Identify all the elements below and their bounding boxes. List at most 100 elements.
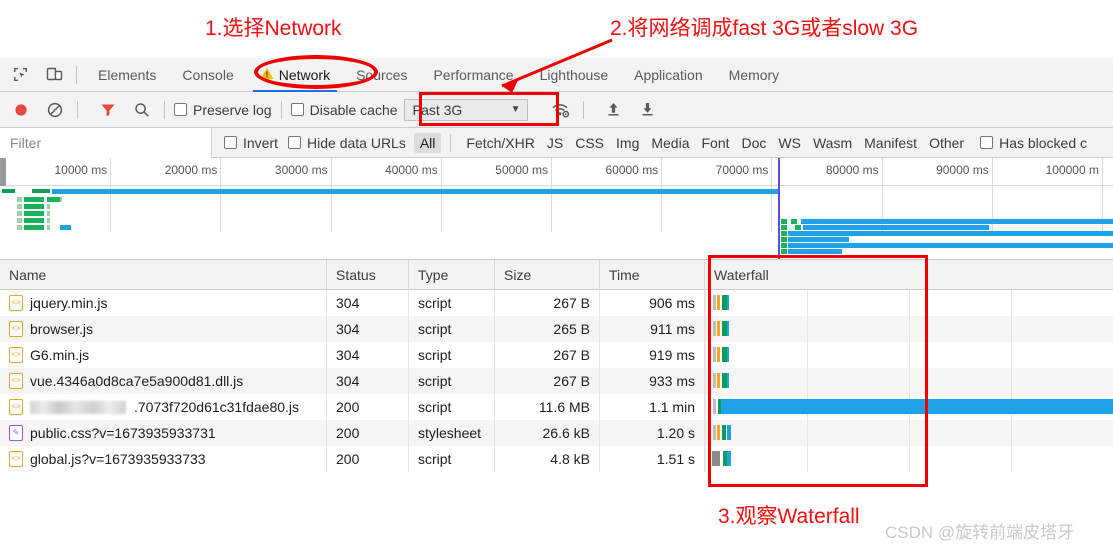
network-filter-bar: Filter Invert Hide data URLs All Fetch/X… [0, 127, 1113, 158]
tab-console[interactable]: Console [169, 58, 246, 92]
has-blocked-cookies-checkbox[interactable]: Has blocked c [980, 135, 1087, 151]
waterfall-segment [713, 295, 716, 310]
table-row[interactable]: <> .7073f720d61c31fdae80.js 200 script 11.6 … [0, 394, 1113, 420]
device-toolbar-icon[interactable] [40, 61, 68, 89]
cell-type: script [409, 290, 495, 316]
cell-waterfall [705, 316, 1113, 342]
column-header-type[interactable]: Type [409, 259, 495, 290]
overview-request-bar [795, 225, 801, 230]
filter-type-all[interactable]: All [413, 132, 442, 153]
cell-status: 200 [327, 394, 409, 420]
tab-lighthouse[interactable]: Lighthouse [527, 58, 622, 92]
column-header-waterfall[interactable]: Waterfall [705, 260, 1113, 290]
disable-cache-checkbox[interactable]: Disable cache [290, 102, 398, 118]
overview-request-bar [24, 211, 44, 216]
preserve-log-checkbox[interactable]: Preserve log [174, 102, 272, 118]
redacted-filename-block [30, 400, 126, 414]
table-row[interactable]: <> global.js?v=1673935933733 200 script 4.8 … [0, 446, 1113, 472]
waterfall-gridlines [705, 342, 1113, 368]
filter-type-wasm[interactable]: Wasm [807, 133, 858, 153]
overview-request-bar [781, 231, 787, 236]
table-row[interactable]: <> jquery.min.js 304 script 267 B 906 ms [0, 290, 1113, 316]
waterfall-segment [722, 295, 727, 310]
clear-icon[interactable] [42, 97, 68, 123]
cell-type: script [409, 368, 495, 394]
table-row[interactable]: <> browser.js 304 script 265 B 911 ms [0, 316, 1113, 342]
waterfall-gridline [909, 342, 910, 368]
cell-time: 1.20 s [600, 420, 705, 446]
filter-type-img[interactable]: Img [610, 133, 645, 153]
cell-name: <> vue.4346a0d8ca7e5a900d81.dll.js [0, 368, 327, 394]
overview-request-bar [47, 197, 60, 202]
cell-waterfall [705, 342, 1113, 368]
overview-request-bar [803, 225, 989, 230]
import-har-icon[interactable] [601, 97, 627, 123]
network-conditions-icon[interactable] [548, 97, 574, 123]
column-header-time[interactable]: Time [600, 259, 705, 290]
waterfall-gridline [705, 290, 706, 316]
column-header-status[interactable]: Status [327, 259, 409, 290]
overview-left-grip[interactable] [0, 158, 6, 186]
waterfall-segment [727, 451, 732, 466]
cell-status: 304 [327, 368, 409, 394]
checkbox-box [288, 136, 302, 149]
waterfall-segment [727, 425, 732, 440]
filter-type-manifest[interactable]: Manifest [858, 133, 923, 153]
cell-status: 200 [327, 446, 409, 472]
network-request-table: Name Status Type Size Time Waterfall <> j… [0, 259, 1113, 500]
hide-data-urls-label: Hide data URLs [307, 134, 406, 151]
waterfall-gridline [807, 342, 808, 368]
filter-type-doc[interactable]: Doc [736, 133, 773, 153]
overview-request-bar [788, 243, 1113, 248]
waterfall-gridline [1011, 342, 1012, 368]
cell-time: 911 ms [600, 316, 705, 342]
waterfall-segment [727, 295, 730, 310]
overview-request-bar [24, 197, 44, 202]
waterfall-gridline [807, 446, 808, 472]
column-header-size[interactable]: Size [495, 259, 600, 290]
filter-type-ws[interactable]: WS [772, 133, 807, 153]
cell-status: 304 [327, 316, 409, 342]
table-row[interactable]: <> G6.min.js 304 script 267 B 919 ms [0, 342, 1113, 368]
column-header-name[interactable]: Name [0, 259, 327, 290]
filter-icon[interactable] [95, 97, 121, 123]
waterfall-gridline [705, 316, 706, 342]
filter-type-font[interactable]: Font [696, 133, 736, 153]
cell-size: 267 B [495, 368, 600, 394]
tab-performance[interactable]: Performance [420, 58, 526, 92]
invert-label: Invert [243, 134, 279, 151]
filter-type-other[interactable]: Other [923, 133, 970, 153]
js-file-icon: <> [9, 399, 23, 415]
cell-name: <> .7073f720d61c31fdae80.js [0, 394, 327, 420]
record-icon[interactable] [8, 97, 34, 123]
filter-type-css[interactable]: CSS [569, 133, 610, 153]
tab-network[interactable]: Network [247, 58, 343, 92]
invert-checkbox[interactable]: Invert [224, 135, 278, 151]
table-body: <> jquery.min.js 304 script 267 B 906 ms <> bro… [0, 290, 1113, 472]
filter-type-media[interactable]: Media [645, 133, 695, 153]
timeline-playhead [778, 158, 780, 259]
annotation-step-3: 3.观察Waterfall [718, 505, 860, 528]
throttle-dropdown[interactable]: Fast 3G ▼ [403, 98, 528, 121]
waterfall-segment [717, 295, 721, 310]
search-icon[interactable] [129, 97, 155, 123]
table-row[interactable]: ✎ public.css?v=1673935933731 200 stylesheet… [0, 420, 1113, 446]
cell-time: 1.51 s [600, 446, 705, 472]
overview-request-bar [47, 211, 50, 216]
hide-data-urls-checkbox[interactable]: Hide data URLs [288, 135, 406, 151]
table-row[interactable]: <> vue.4346a0d8ca7e5a900d81.dll.js 304 scri… [0, 368, 1113, 394]
tab-sources[interactable]: Sources [343, 58, 420, 92]
overview-tick: 10000 ms [54, 158, 112, 232]
table-header-row: Name Status Type Size Time Waterfall [0, 259, 1113, 290]
tab-memory[interactable]: Memory [716, 58, 793, 92]
waterfall-segment [722, 347, 727, 362]
overview-request-bar [24, 204, 44, 209]
tab-application[interactable]: Application [621, 58, 716, 92]
filter-type-fetch-xhr[interactable]: Fetch/XHR [460, 133, 540, 153]
inspect-element-icon[interactable] [6, 61, 34, 89]
filter-input[interactable]: Filter [0, 127, 212, 158]
export-har-icon[interactable] [635, 97, 661, 123]
filter-type-js[interactable]: JS [541, 133, 569, 153]
tab-elements[interactable]: Elements [85, 58, 169, 92]
network-overview-timeline[interactable]: 10000 ms 20000 ms 30000 ms 40000 ms 50000 ms… [0, 158, 1113, 260]
